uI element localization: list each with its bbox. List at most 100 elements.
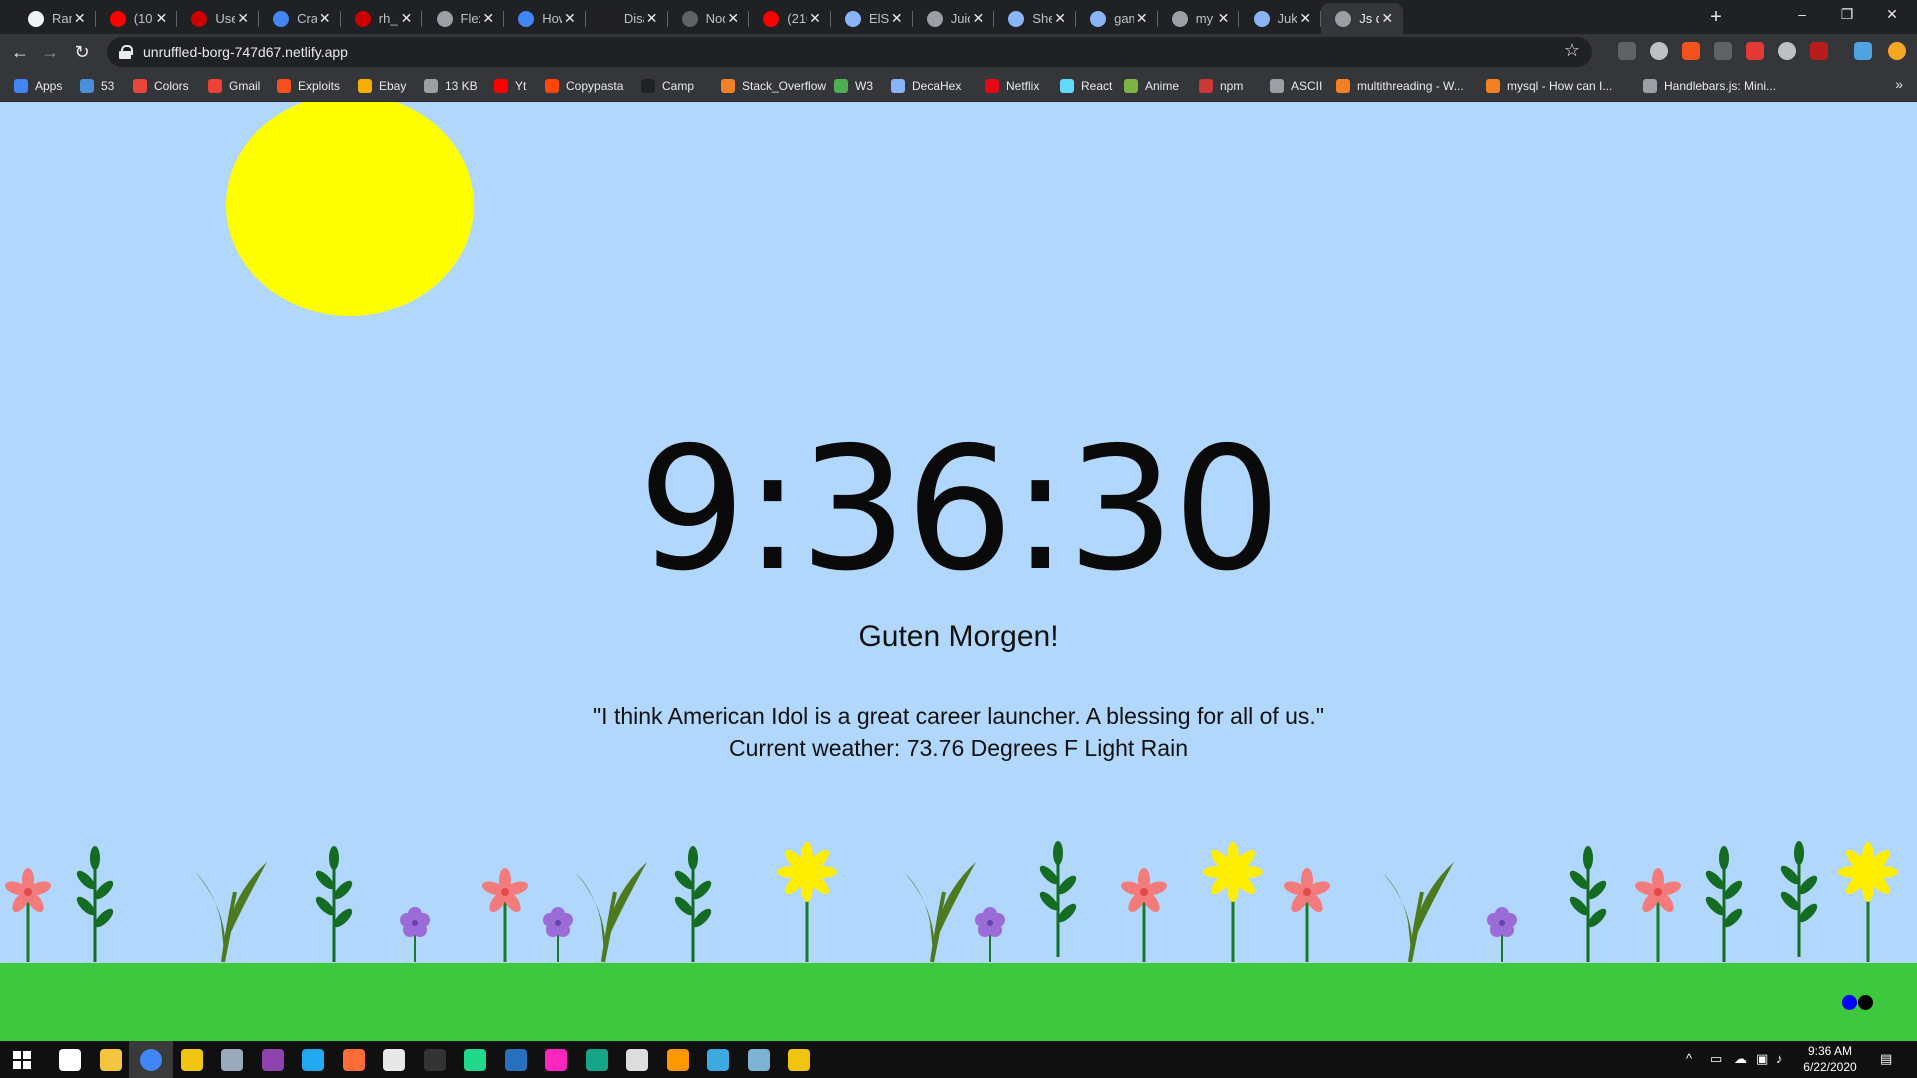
tab-close-icon[interactable]: ✕ [398, 10, 414, 27]
bookmark-7[interactable]: Yt [494, 77, 526, 95]
extension-icon[interactable] [1618, 42, 1636, 60]
file-explorer-icon[interactable] [97, 1046, 125, 1074]
bookmark-20[interactable]: Handlebars.js: Mini... [1643, 77, 1776, 95]
profile-avatar[interactable] [1854, 42, 1872, 60]
more-bookmarks-chevron-icon[interactable]: » [1895, 76, 1903, 92]
bookmark-13[interactable]: Netflix [985, 77, 1039, 95]
sublime-text-icon[interactable] [664, 1046, 692, 1074]
minimize-button[interactable]: – [1777, 0, 1827, 30]
taskbar-clock[interactable]: 9:36 AM 6/22/2020 [1790, 1043, 1870, 1075]
tab-1[interactable]: (105) I✕ [96, 3, 178, 34]
tab-9[interactable]: (210) I✕ [749, 3, 831, 34]
bookmark-5[interactable]: Ebay [358, 77, 406, 95]
update-icon[interactable] [1888, 42, 1906, 60]
extension-icon[interactable] [1714, 42, 1732, 60]
extension-icon[interactable] [1778, 42, 1796, 60]
bookmark-2[interactable]: Colors [133, 77, 189, 95]
adobe-xd-icon[interactable] [542, 1046, 570, 1074]
tab-4[interactable]: rh_yun✕ [341, 3, 423, 34]
pycharm-icon[interactable] [461, 1046, 489, 1074]
bookmark-1[interactable]: 53 [80, 77, 114, 95]
file-manager-icon[interactable] [218, 1046, 246, 1074]
bookmark-3[interactable]: Gmail [208, 77, 260, 95]
tab-3[interactable]: Craftin✕ [259, 3, 341, 34]
tab-2[interactable]: Use SC✕ [177, 3, 260, 34]
tab-13[interactable]: games✕ [1076, 3, 1158, 34]
windows-start-icon[interactable] [8, 1046, 36, 1074]
bookmark-6[interactable]: 13 KB [424, 77, 478, 95]
git-icon[interactable] [178, 1046, 206, 1074]
chrome-icon[interactable] [129, 1041, 173, 1078]
tab-8[interactable]: Node✕ [668, 3, 750, 34]
tab-16[interactable]: Js dyn✕ [1321, 3, 1404, 34]
tab-close-icon[interactable]: ✕ [235, 10, 251, 27]
tab-close-icon[interactable]: ✕ [725, 10, 741, 27]
tab-close-icon[interactable]: ✕ [1052, 10, 1068, 27]
tab-15[interactable]: JukeBo✕ [1240, 3, 1322, 34]
gitkraken-icon[interactable] [583, 1046, 611, 1074]
terminal-icon[interactable] [421, 1046, 449, 1074]
bookmark-18[interactable]: multithreading - W... [1336, 77, 1464, 95]
git-extensions-icon[interactable] [785, 1046, 813, 1074]
theme-dot-blue[interactable] [1842, 995, 1857, 1010]
tray-chevron-icon[interactable]: ^ [1686, 1051, 1692, 1066]
bookmark-4[interactable]: Exploits [277, 77, 340, 95]
tab-close-icon[interactable]: ✕ [317, 10, 333, 27]
bookmark-15[interactable]: Anime [1124, 77, 1179, 95]
extension-icon[interactable] [1746, 42, 1764, 60]
azure-data-studio-icon[interactable] [704, 1046, 732, 1074]
bookmark-17[interactable]: ASCII [1270, 77, 1322, 95]
tab-close-icon[interactable]: ✕ [153, 10, 169, 27]
bookmark-9[interactable]: Camp [641, 77, 694, 95]
theme-dot-black[interactable] [1858, 995, 1873, 1010]
tab-11[interactable]: JuicyPi✕ [913, 3, 995, 34]
tab-close-icon[interactable]: ✕ [1379, 10, 1395, 27]
tab-close-icon[interactable]: ✕ [1215, 10, 1231, 27]
vscode-icon[interactable] [299, 1046, 327, 1074]
tab-5[interactable]: Flexy I✕ [423, 3, 505, 34]
postman-icon[interactable] [340, 1046, 368, 1074]
tab-10[interactable]: ElStrea✕ [831, 3, 913, 34]
bookmark-16[interactable]: npm [1199, 77, 1243, 95]
back-arrow-icon[interactable]: ← [8, 40, 32, 64]
tab-6[interactable]: How T✕ [504, 3, 586, 34]
tab-14[interactable]: my Co✕ [1158, 3, 1240, 34]
powershell-icon[interactable] [502, 1046, 530, 1074]
tab-close-icon[interactable]: ✕ [807, 10, 823, 27]
bookmark-0[interactable]: Apps [14, 77, 62, 95]
onedrive-icon[interactable]: ☁ [1734, 1051, 1747, 1067]
url-text[interactable]: unruffled-borg-747d67.netlify.app [143, 44, 348, 60]
extension-icon[interactable] [1650, 42, 1668, 60]
tab-12[interactable]: Shedb✕ [994, 3, 1077, 34]
tab-close-icon[interactable]: ✕ [970, 10, 986, 27]
tab-close-icon[interactable]: ✕ [72, 10, 88, 27]
new-tab-button[interactable]: + [1704, 6, 1728, 30]
task-view-icon[interactable] [56, 1046, 84, 1074]
bookmark-19[interactable]: mysql - How can I... [1486, 77, 1612, 95]
visual-studio-icon[interactable] [259, 1046, 287, 1074]
notepad-icon[interactable] [745, 1046, 773, 1074]
address-bar[interactable]: unruffled-borg-747d67.netlify.app ☆ [107, 37, 1592, 67]
forward-arrow-icon[interactable]: → [38, 40, 62, 64]
ublock-icon[interactable] [1810, 42, 1828, 60]
tab-close-icon[interactable]: ✕ [1297, 10, 1313, 27]
tab-close-icon[interactable]: ✕ [480, 10, 496, 27]
notifications-icon[interactable]: ▤ [1880, 1051, 1892, 1067]
tab-close-icon[interactable]: ✕ [889, 10, 905, 27]
tab-close-icon[interactable]: ✕ [644, 10, 660, 27]
battery-icon[interactable]: ▭ [1710, 1051, 1722, 1067]
close-window-button[interactable]: ✕ [1867, 0, 1917, 30]
bookmark-12[interactable]: DecaHex [891, 77, 961, 95]
tab-0[interactable]: Rando✕ [14, 3, 96, 34]
reload-icon[interactable]: ↻ [70, 40, 94, 64]
network-icon[interactable]: ▣ [1756, 1051, 1768, 1067]
volume-icon[interactable]: ♪ [1776, 1051, 1783, 1066]
tab-close-icon[interactable]: ✕ [562, 10, 578, 27]
unity-icon[interactable] [380, 1046, 408, 1074]
extension-icon[interactable] [1682, 42, 1700, 60]
davinci-resolve-icon[interactable] [623, 1046, 651, 1074]
tab-close-icon[interactable]: ✕ [1134, 10, 1150, 27]
tab-7[interactable]: Disabl✕ [586, 3, 668, 34]
bookmark-14[interactable]: React [1060, 77, 1112, 95]
restore-button[interactable]: ❐ [1822, 0, 1872, 30]
